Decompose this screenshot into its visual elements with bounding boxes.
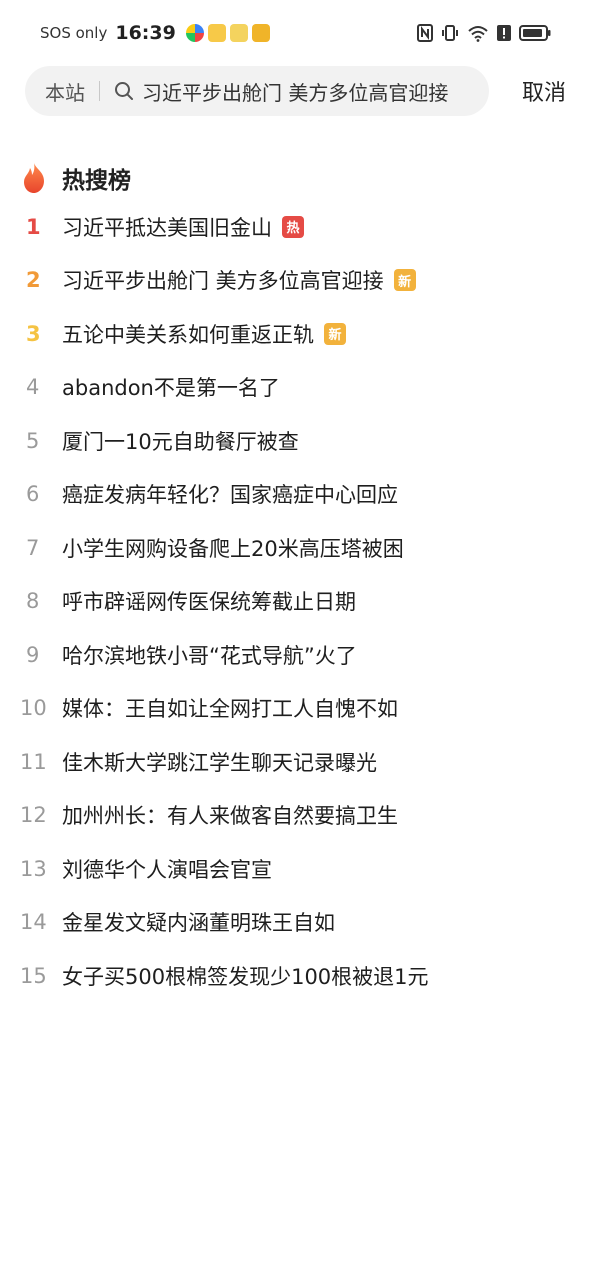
search-row: 本站 习近平步出舱门 美方多位高官迎接 取消 bbox=[25, 66, 566, 116]
hot-item-text: 五论中美关系如何重返正轨 bbox=[62, 322, 314, 347]
status-right bbox=[417, 24, 551, 42]
hot-list-item[interactable]: 1 习近平抵达美国旧金山热 bbox=[20, 200, 580, 254]
hot-list-item[interactable]: 11 佳木斯大学跳江学生聊天记录曝光 bbox=[20, 735, 580, 789]
app-notification-icon bbox=[207, 24, 226, 42]
hot-item-rank: 11 bbox=[20, 749, 47, 774]
hot-list-item[interactable]: 13 刘德华个人演唱会官宣 bbox=[20, 842, 580, 896]
wifi-icon bbox=[468, 26, 488, 42]
hot-item-rank: 6 bbox=[26, 482, 40, 507]
search-input[interactable]: 习近平步出舱门 美方多位高官迎接 bbox=[142, 77, 471, 106]
nfc-icon bbox=[417, 24, 433, 42]
hot-item-text: 佳木斯大学跳江学生聊天记录曝光 bbox=[62, 750, 377, 775]
fire-icon bbox=[24, 163, 44, 193]
status-left: SOS only 16:39 bbox=[40, 22, 270, 44]
notification-icons bbox=[185, 24, 270, 42]
hot-badge: 热 bbox=[282, 215, 304, 238]
hot-item-rank: 12 bbox=[20, 803, 47, 828]
app-notification-icon bbox=[229, 24, 248, 42]
battery-icon bbox=[519, 25, 551, 41]
search-divider bbox=[99, 81, 100, 101]
hot-item-text: 呼市辟谣网传医保统筹截止日期 bbox=[62, 590, 356, 615]
hot-list-item[interactable]: 2 习近平步出舱门 美方多位高官迎接新 bbox=[20, 254, 580, 308]
hot-list: 1 习近平抵达美国旧金山热 2 习近平步出舱门 美方多位高官迎接新 3 五论中美关系如何重… bbox=[20, 200, 580, 1003]
hot-list-item[interactable]: 14 金星发文疑内涵董明珠王自如 bbox=[20, 896, 580, 950]
status-bar: SOS only 16:39 bbox=[0, 0, 591, 66]
hot-list-item[interactable]: 12 加州州长：有人来做客自然要搞卫生 bbox=[20, 789, 580, 843]
search-box[interactable]: 本站 习近平步出舱门 美方多位高官迎接 bbox=[25, 66, 489, 116]
hot-list-title: 热搜榜 bbox=[62, 168, 131, 194]
cancel-button[interactable]: 取消 bbox=[522, 75, 566, 107]
hot-item-rank: 4 bbox=[26, 375, 40, 400]
hot-item-text: 金星发文疑内涵董明珠王自如 bbox=[62, 911, 335, 936]
search-icon bbox=[114, 81, 134, 101]
hot-item-text: abandon不是第一名了 bbox=[62, 376, 280, 401]
hot-item-text: 小学生网购设备爬上20米高压塔被困 bbox=[62, 536, 404, 561]
carrier-status: SOS only bbox=[40, 24, 108, 42]
hot-item-text: 媒体：王自如让全网打工人自愧不如 bbox=[62, 697, 398, 722]
hot-list-item[interactable]: 9 哈尔滨地铁小哥“花式导航”火了 bbox=[20, 628, 580, 682]
hot-item-text: 厦门一10元自助餐厅被查 bbox=[62, 429, 299, 454]
hot-list-item[interactable]: 7 小学生网购设备爬上20米高压塔被困 bbox=[20, 521, 580, 575]
hot-list-header: 热搜榜 bbox=[20, 158, 131, 198]
hot-list-item[interactable]: 10 媒体：王自如让全网打工人自愧不如 bbox=[20, 682, 580, 736]
hot-list-item[interactable]: 4 abandon不是第一名了 bbox=[20, 361, 580, 415]
hot-item-rank: 13 bbox=[20, 856, 47, 881]
hot-item-text: 哈尔滨地铁小哥“花式导航”火了 bbox=[62, 643, 357, 668]
hot-item-rank: 9 bbox=[26, 642, 40, 667]
hot-list-item[interactable]: 15 女子买500根棉签发现少100根被退1元 bbox=[20, 949, 580, 1003]
hot-item-rank: 5 bbox=[26, 428, 40, 453]
hot-item-rank: 10 bbox=[20, 696, 47, 721]
hot-item-text: 刘德华个人演唱会官宣 bbox=[62, 857, 272, 882]
hot-list-item[interactable]: 3 五论中美关系如何重返正轨新 bbox=[20, 307, 580, 361]
hot-item-rank: 7 bbox=[26, 535, 40, 560]
hot-item-rank: 14 bbox=[20, 910, 47, 935]
clock: 16:39 bbox=[115, 22, 176, 44]
hot-item-rank: 2 bbox=[26, 268, 41, 293]
new-badge: 新 bbox=[324, 322, 346, 345]
search-scope-label[interactable]: 本站 bbox=[45, 77, 85, 106]
hot-list-item[interactable]: 5 厦门一10元自助餐厅被查 bbox=[20, 414, 580, 468]
vibrate-icon bbox=[442, 25, 458, 41]
hot-item-text: 加州州长：有人来做客自然要搞卫生 bbox=[62, 804, 398, 829]
hot-list-item[interactable]: 8 呼市辟谣网传医保统筹截止日期 bbox=[20, 575, 580, 629]
app-notification-icon bbox=[185, 24, 204, 42]
hot-item-text: 癌症发病年轻化？国家癌症中心回应 bbox=[62, 483, 398, 508]
new-badge: 新 bbox=[393, 269, 416, 292]
alert-icon bbox=[497, 25, 511, 41]
hot-item-text: 女子买500根棉签发现少100根被退1元 bbox=[62, 964, 429, 989]
hot-item-text: 习近平抵达美国旧金山 bbox=[62, 215, 272, 240]
hot-item-text: 习近平步出舱门 美方多位高官迎接 bbox=[62, 269, 384, 294]
app-notification-icon bbox=[251, 24, 270, 42]
hot-item-rank: 8 bbox=[26, 589, 40, 614]
hot-item-rank: 3 bbox=[26, 321, 41, 346]
hot-list-item[interactable]: 6 癌症发病年轻化？国家癌症中心回应 bbox=[20, 468, 580, 522]
hot-item-rank: 1 bbox=[26, 214, 41, 239]
hot-item-rank: 15 bbox=[20, 963, 47, 988]
